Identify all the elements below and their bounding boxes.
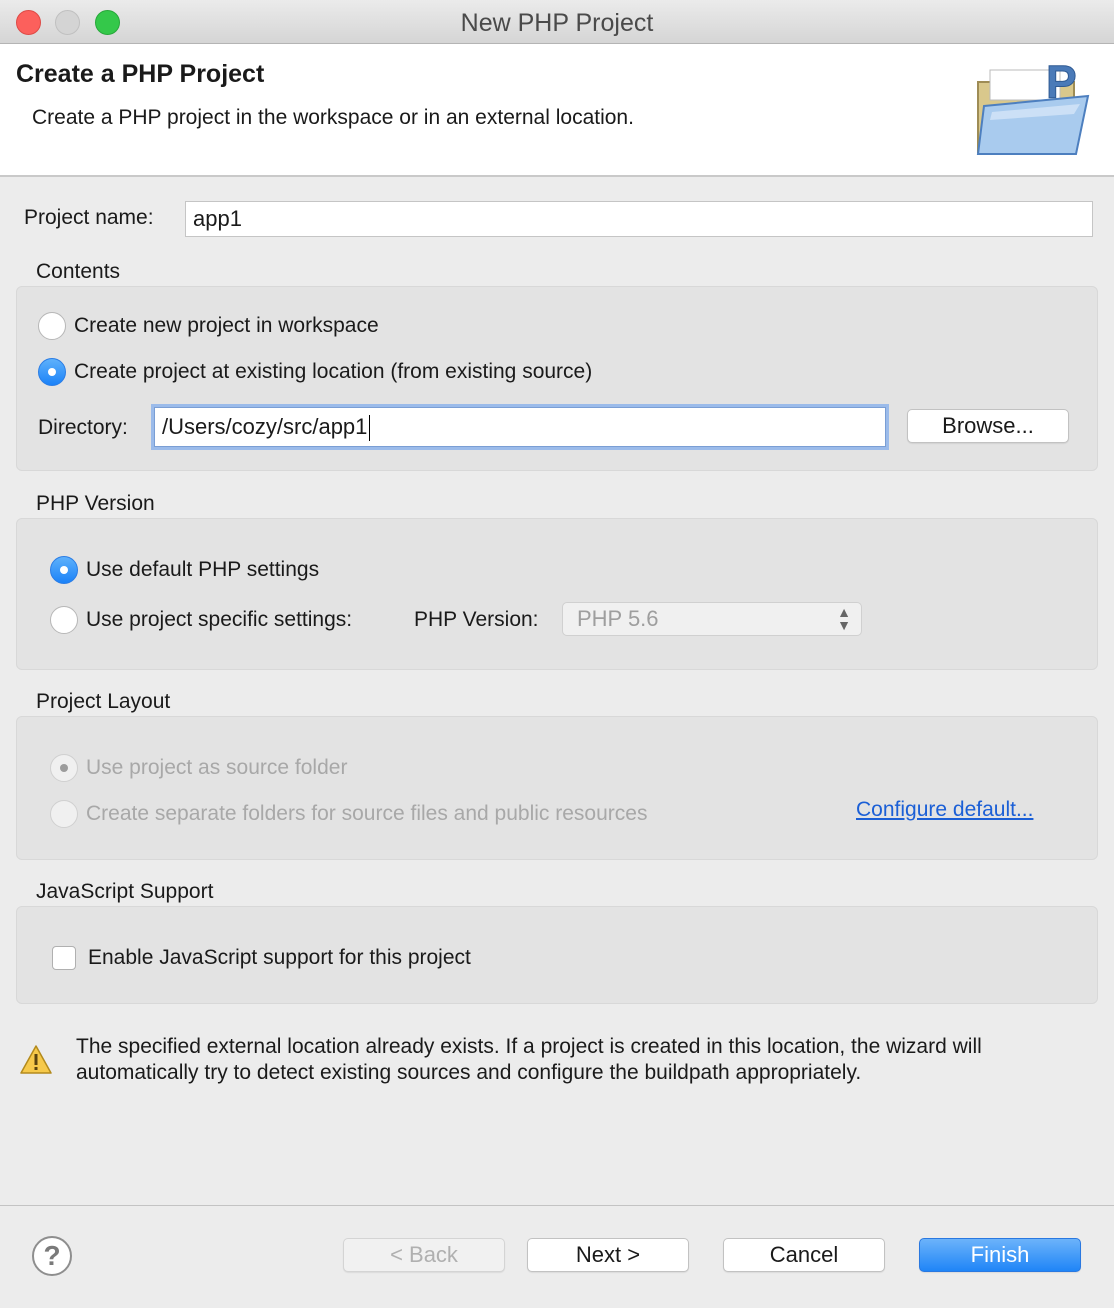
warning-message: The specified external location already … [76,1035,982,1084]
configure-default-link[interactable]: Configure default... [856,798,1033,822]
php-version-select[interactable]: PHP 5.6 ▲ ▼ [562,602,862,636]
back-button[interactable]: < Back [343,1238,505,1272]
window-title: New PHP Project [460,9,654,37]
page-description: Create a PHP project in the workspace or… [32,106,634,129]
help-icon[interactable]: ? [32,1236,72,1276]
source-folder-label: Use project as source folder [86,756,348,779]
select-arrows-icon: ▲ ▼ [837,604,851,633]
project-specific-settings-label: Use project specific settings: [86,608,353,631]
title-bar: New PHP Project [0,0,1114,44]
project-layout-group [16,716,1098,860]
browse-button[interactable]: Browse... [907,409,1069,443]
page-title: Create a PHP Project [16,60,265,88]
project-name-input[interactable]: app1 [185,201,1093,237]
wizard-header: Create a PHP Project Create a PHP projec… [0,44,1114,177]
project-specific-settings-radio[interactable] [50,606,78,634]
javascript-support-section-label: JavaScript Support [36,880,214,903]
directory-input[interactable]: /Users/cozy/src/app1 [154,407,886,447]
php-version-label: PHP Version: [414,608,539,631]
enable-javascript-label: Enable JavaScript support for this proje… [88,946,471,969]
php-version-group [16,518,1098,670]
footer-divider [0,1205,1114,1206]
cancel-button[interactable]: Cancel [723,1238,885,1272]
php-version-section-label: PHP Version [36,492,155,515]
project-layout-section-label: Project Layout [36,690,171,713]
source-folder-radio[interactable] [50,754,78,782]
directory-value: /Users/cozy/src/app1 [162,414,368,439]
default-php-settings-label: Use default PHP settings [86,558,320,581]
text-caret [369,415,371,442]
next-button[interactable]: Next > [527,1238,689,1272]
create-in-workspace-radio[interactable] [38,312,66,340]
directory-label: Directory: [38,416,128,439]
svg-text:P: P [1046,56,1077,108]
contents-section-label: Contents [36,260,121,283]
enable-javascript-checkbox[interactable] [52,946,76,970]
finish-button[interactable]: Finish [919,1238,1081,1272]
existing-location-label: Create project at existing location (fro… [74,360,593,383]
separate-folders-radio[interactable] [50,800,78,828]
project-name-label: Project name: [24,206,154,229]
create-in-workspace-label: Create new project in workspace [74,314,379,337]
php-version-value: PHP 5.6 [577,606,659,631]
existing-location-radio[interactable] [38,358,66,386]
default-php-settings-radio[interactable] [50,556,78,584]
separate-folders-label: Create separate folders for source files… [86,802,648,825]
warning-icon [20,1045,52,1074]
php-folder-icon: P [976,56,1090,155]
